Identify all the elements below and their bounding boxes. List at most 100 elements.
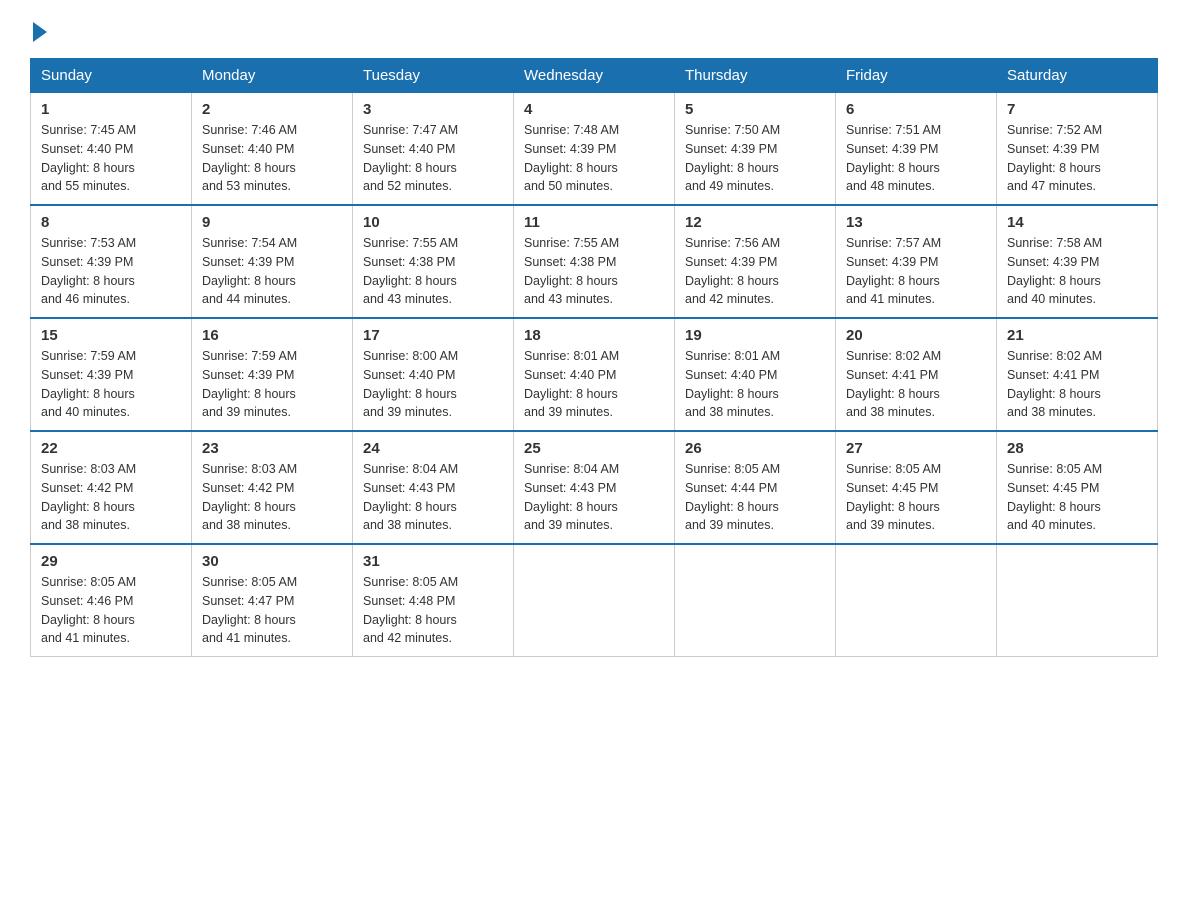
day-number: 26 — [685, 440, 825, 457]
day-info: Sunrise: 7:57 AM Sunset: 4:39 PM Dayligh… — [846, 234, 986, 309]
col-header-sunday: Sunday — [31, 59, 192, 93]
calendar-cell: 14 Sunrise: 7:58 AM Sunset: 4:39 PM Dayl… — [997, 205, 1158, 318]
calendar-cell: 26 Sunrise: 8:05 AM Sunset: 4:44 PM Dayl… — [675, 431, 836, 544]
day-number: 14 — [1007, 214, 1147, 231]
day-number: 15 — [41, 327, 181, 344]
day-info: Sunrise: 7:56 AM Sunset: 4:39 PM Dayligh… — [685, 234, 825, 309]
day-number: 30 — [202, 553, 342, 570]
day-number: 3 — [363, 101, 503, 118]
day-info: Sunrise: 8:05 AM Sunset: 4:47 PM Dayligh… — [202, 573, 342, 648]
calendar-cell: 4 Sunrise: 7:48 AM Sunset: 4:39 PM Dayli… — [514, 93, 675, 206]
col-header-saturday: Saturday — [997, 59, 1158, 93]
day-info: Sunrise: 8:02 AM Sunset: 4:41 PM Dayligh… — [1007, 347, 1147, 422]
day-number: 13 — [846, 214, 986, 231]
day-number: 6 — [846, 101, 986, 118]
calendar-cell: 3 Sunrise: 7:47 AM Sunset: 4:40 PM Dayli… — [353, 93, 514, 206]
calendar-cell: 10 Sunrise: 7:55 AM Sunset: 4:38 PM Dayl… — [353, 205, 514, 318]
day-number: 1 — [41, 101, 181, 118]
day-info: Sunrise: 7:59 AM Sunset: 4:39 PM Dayligh… — [202, 347, 342, 422]
calendar-cell: 30 Sunrise: 8:05 AM Sunset: 4:47 PM Dayl… — [192, 544, 353, 657]
calendar-cell: 28 Sunrise: 8:05 AM Sunset: 4:45 PM Dayl… — [997, 431, 1158, 544]
day-number: 20 — [846, 327, 986, 344]
calendar-cell — [997, 544, 1158, 657]
day-info: Sunrise: 7:45 AM Sunset: 4:40 PM Dayligh… — [41, 121, 181, 196]
logo — [30, 20, 47, 40]
day-number: 10 — [363, 214, 503, 231]
day-info: Sunrise: 8:05 AM Sunset: 4:45 PM Dayligh… — [1007, 460, 1147, 535]
calendar-week-row: 8 Sunrise: 7:53 AM Sunset: 4:39 PM Dayli… — [31, 205, 1158, 318]
calendar-cell — [675, 544, 836, 657]
day-number: 21 — [1007, 327, 1147, 344]
day-number: 22 — [41, 440, 181, 457]
day-number: 7 — [1007, 101, 1147, 118]
calendar-week-row: 29 Sunrise: 8:05 AM Sunset: 4:46 PM Dayl… — [31, 544, 1158, 657]
day-info: Sunrise: 8:03 AM Sunset: 4:42 PM Dayligh… — [41, 460, 181, 535]
calendar-cell: 6 Sunrise: 7:51 AM Sunset: 4:39 PM Dayli… — [836, 93, 997, 206]
day-number: 16 — [202, 327, 342, 344]
day-number: 31 — [363, 553, 503, 570]
logo-arrow-icon — [33, 22, 47, 42]
col-header-tuesday: Tuesday — [353, 59, 514, 93]
day-number: 8 — [41, 214, 181, 231]
calendar-header-row: SundayMondayTuesdayWednesdayThursdayFrid… — [31, 59, 1158, 93]
day-info: Sunrise: 7:51 AM Sunset: 4:39 PM Dayligh… — [846, 121, 986, 196]
day-number: 4 — [524, 101, 664, 118]
day-number: 28 — [1007, 440, 1147, 457]
day-info: Sunrise: 7:58 AM Sunset: 4:39 PM Dayligh… — [1007, 234, 1147, 309]
calendar-cell: 11 Sunrise: 7:55 AM Sunset: 4:38 PM Dayl… — [514, 205, 675, 318]
day-number: 17 — [363, 327, 503, 344]
calendar-cell: 21 Sunrise: 8:02 AM Sunset: 4:41 PM Dayl… — [997, 318, 1158, 431]
day-info: Sunrise: 7:53 AM Sunset: 4:39 PM Dayligh… — [41, 234, 181, 309]
calendar-week-row: 1 Sunrise: 7:45 AM Sunset: 4:40 PM Dayli… — [31, 93, 1158, 206]
calendar-cell: 24 Sunrise: 8:04 AM Sunset: 4:43 PM Dayl… — [353, 431, 514, 544]
calendar-cell: 27 Sunrise: 8:05 AM Sunset: 4:45 PM Dayl… — [836, 431, 997, 544]
day-info: Sunrise: 7:52 AM Sunset: 4:39 PM Dayligh… — [1007, 121, 1147, 196]
calendar-cell — [514, 544, 675, 657]
calendar-cell: 2 Sunrise: 7:46 AM Sunset: 4:40 PM Dayli… — [192, 93, 353, 206]
calendar-table: SundayMondayTuesdayWednesdayThursdayFrid… — [30, 58, 1158, 657]
day-number: 27 — [846, 440, 986, 457]
day-info: Sunrise: 8:01 AM Sunset: 4:40 PM Dayligh… — [685, 347, 825, 422]
day-number: 29 — [41, 553, 181, 570]
calendar-cell: 16 Sunrise: 7:59 AM Sunset: 4:39 PM Dayl… — [192, 318, 353, 431]
calendar-week-row: 22 Sunrise: 8:03 AM Sunset: 4:42 PM Dayl… — [31, 431, 1158, 544]
calendar-cell: 20 Sunrise: 8:02 AM Sunset: 4:41 PM Dayl… — [836, 318, 997, 431]
calendar-cell: 5 Sunrise: 7:50 AM Sunset: 4:39 PM Dayli… — [675, 93, 836, 206]
day-info: Sunrise: 8:04 AM Sunset: 4:43 PM Dayligh… — [363, 460, 503, 535]
day-number: 24 — [363, 440, 503, 457]
day-number: 5 — [685, 101, 825, 118]
day-info: Sunrise: 7:48 AM Sunset: 4:39 PM Dayligh… — [524, 121, 664, 196]
calendar-cell: 17 Sunrise: 8:00 AM Sunset: 4:40 PM Dayl… — [353, 318, 514, 431]
day-info: Sunrise: 8:05 AM Sunset: 4:44 PM Dayligh… — [685, 460, 825, 535]
calendar-cell: 12 Sunrise: 7:56 AM Sunset: 4:39 PM Dayl… — [675, 205, 836, 318]
col-header-wednesday: Wednesday — [514, 59, 675, 93]
calendar-cell: 22 Sunrise: 8:03 AM Sunset: 4:42 PM Dayl… — [31, 431, 192, 544]
day-number: 9 — [202, 214, 342, 231]
calendar-cell: 31 Sunrise: 8:05 AM Sunset: 4:48 PM Dayl… — [353, 544, 514, 657]
day-info: Sunrise: 8:00 AM Sunset: 4:40 PM Dayligh… — [363, 347, 503, 422]
calendar-cell — [836, 544, 997, 657]
day-info: Sunrise: 8:05 AM Sunset: 4:46 PM Dayligh… — [41, 573, 181, 648]
day-info: Sunrise: 7:59 AM Sunset: 4:39 PM Dayligh… — [41, 347, 181, 422]
col-header-friday: Friday — [836, 59, 997, 93]
day-number: 2 — [202, 101, 342, 118]
day-info: Sunrise: 7:55 AM Sunset: 4:38 PM Dayligh… — [524, 234, 664, 309]
day-info: Sunrise: 8:03 AM Sunset: 4:42 PM Dayligh… — [202, 460, 342, 535]
calendar-cell: 29 Sunrise: 8:05 AM Sunset: 4:46 PM Dayl… — [31, 544, 192, 657]
col-header-thursday: Thursday — [675, 59, 836, 93]
calendar-cell: 1 Sunrise: 7:45 AM Sunset: 4:40 PM Dayli… — [31, 93, 192, 206]
calendar-cell: 8 Sunrise: 7:53 AM Sunset: 4:39 PM Dayli… — [31, 205, 192, 318]
day-number: 19 — [685, 327, 825, 344]
day-info: Sunrise: 7:55 AM Sunset: 4:38 PM Dayligh… — [363, 234, 503, 309]
day-info: Sunrise: 8:01 AM Sunset: 4:40 PM Dayligh… — [524, 347, 664, 422]
day-number: 12 — [685, 214, 825, 231]
calendar-cell: 9 Sunrise: 7:54 AM Sunset: 4:39 PM Dayli… — [192, 205, 353, 318]
day-info: Sunrise: 8:02 AM Sunset: 4:41 PM Dayligh… — [846, 347, 986, 422]
day-number: 25 — [524, 440, 664, 457]
calendar-cell: 23 Sunrise: 8:03 AM Sunset: 4:42 PM Dayl… — [192, 431, 353, 544]
calendar-cell: 15 Sunrise: 7:59 AM Sunset: 4:39 PM Dayl… — [31, 318, 192, 431]
page-header — [30, 20, 1158, 40]
day-info: Sunrise: 8:05 AM Sunset: 4:48 PM Dayligh… — [363, 573, 503, 648]
calendar-cell: 25 Sunrise: 8:04 AM Sunset: 4:43 PM Dayl… — [514, 431, 675, 544]
day-info: Sunrise: 8:05 AM Sunset: 4:45 PM Dayligh… — [846, 460, 986, 535]
